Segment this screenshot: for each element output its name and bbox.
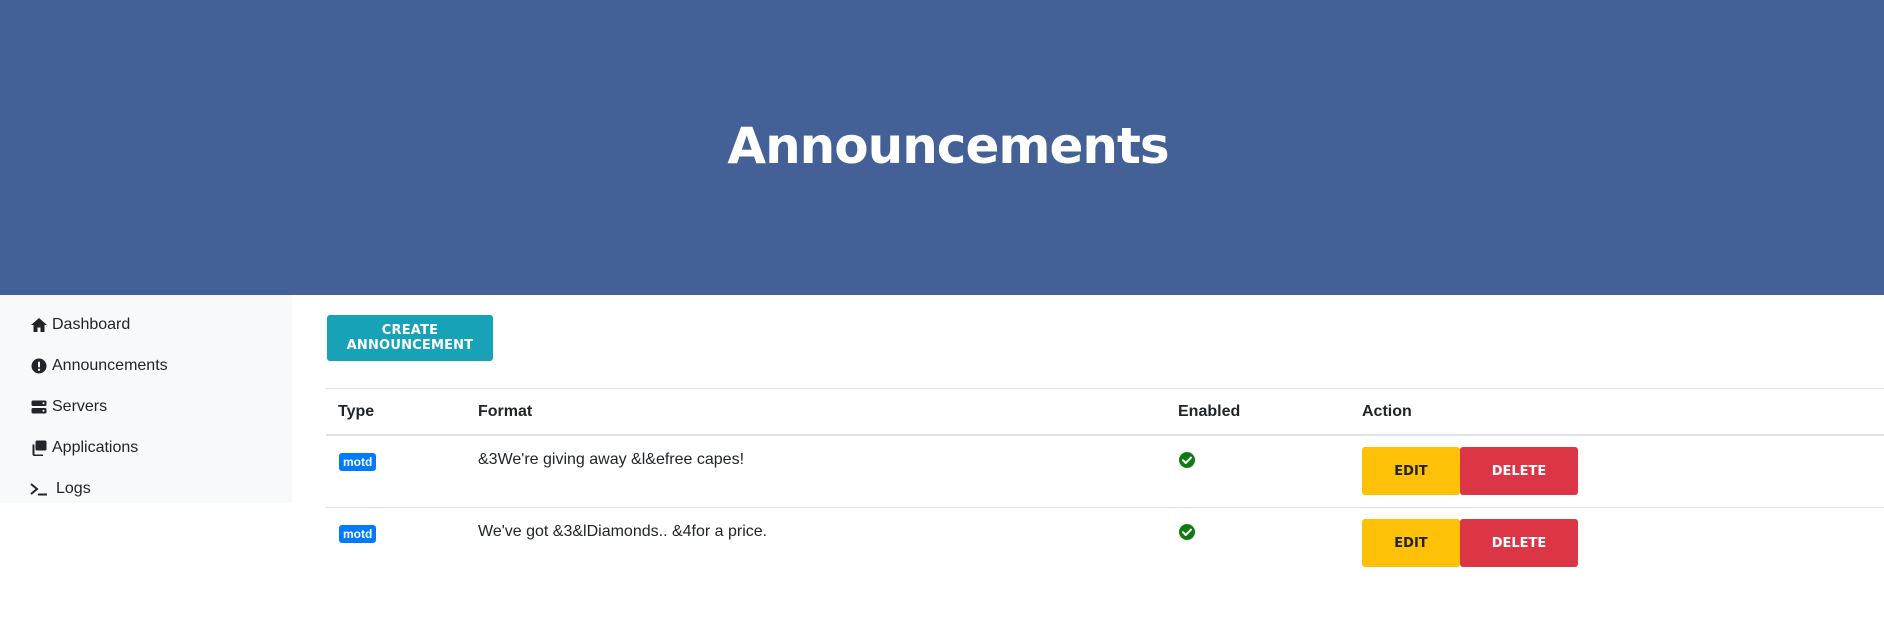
enabled-check-icon <box>1178 451 1196 469</box>
enabled-check-icon <box>1178 523 1196 541</box>
table-header: Type Format Enabled Action <box>326 388 1884 436</box>
home-icon <box>30 316 48 334</box>
main-content: Create Announcement Type Format Enabled … <box>292 295 1884 621</box>
table-row: motd &3We're giving away &l&efree capes!… <box>326 436 1884 508</box>
column-header-action[interactable]: Action <box>1362 389 1412 435</box>
sidebar-item-label: Logs <box>56 480 91 497</box>
format-text: We've got &3&lDiamonds.. &4for a price. <box>478 523 768 540</box>
type-badge: motd <box>339 453 377 471</box>
sidebar-item-logs[interactable]: Logs <box>30 476 91 502</box>
server-icon <box>30 398 48 416</box>
sidebar-item-label: Servers <box>52 398 108 415</box>
column-header-format[interactable]: Format <box>478 389 532 435</box>
table-row: motd We've got &3&lDiamonds.. &4for a pr… <box>326 508 1884 580</box>
sidebar-item-dashboard[interactable]: Dashboard <box>30 312 130 338</box>
sidebar-item-applications[interactable]: Applications <box>30 435 138 461</box>
format-text: &3We're giving away &l&efree capes! <box>478 451 745 468</box>
sidebar-item-announcements[interactable]: Announcements <box>30 353 168 379</box>
column-header-enabled[interactable]: Enabled <box>1178 389 1240 435</box>
sidebar-item-label: Applications <box>52 439 139 456</box>
type-badge: motd <box>339 525 377 543</box>
terminal-icon <box>30 480 48 498</box>
page-hero: Announcements <box>0 0 1884 295</box>
delete-button[interactable]: Delete <box>1460 447 1578 495</box>
edit-button[interactable]: Edit <box>1362 447 1460 495</box>
exclamation-circle-icon <box>30 357 48 375</box>
column-header-type[interactable]: Type <box>338 389 374 435</box>
edit-button[interactable]: Edit <box>1362 519 1460 567</box>
sidebar-item-servers[interactable]: Servers <box>30 394 107 420</box>
page-title: Announcements <box>727 116 1169 175</box>
sidebar-item-label: Announcements <box>52 357 168 374</box>
delete-button[interactable]: Delete <box>1460 519 1578 567</box>
windows-icon <box>30 439 48 457</box>
create-announcement-button[interactable]: Create Announcement <box>327 315 493 361</box>
sidebar: Dashboard Announcements Servers Applicat… <box>0 295 292 503</box>
announcements-table: Type Format Enabled Action motd &3We're … <box>326 388 1884 580</box>
sidebar-item-label: Dashboard <box>52 316 131 333</box>
